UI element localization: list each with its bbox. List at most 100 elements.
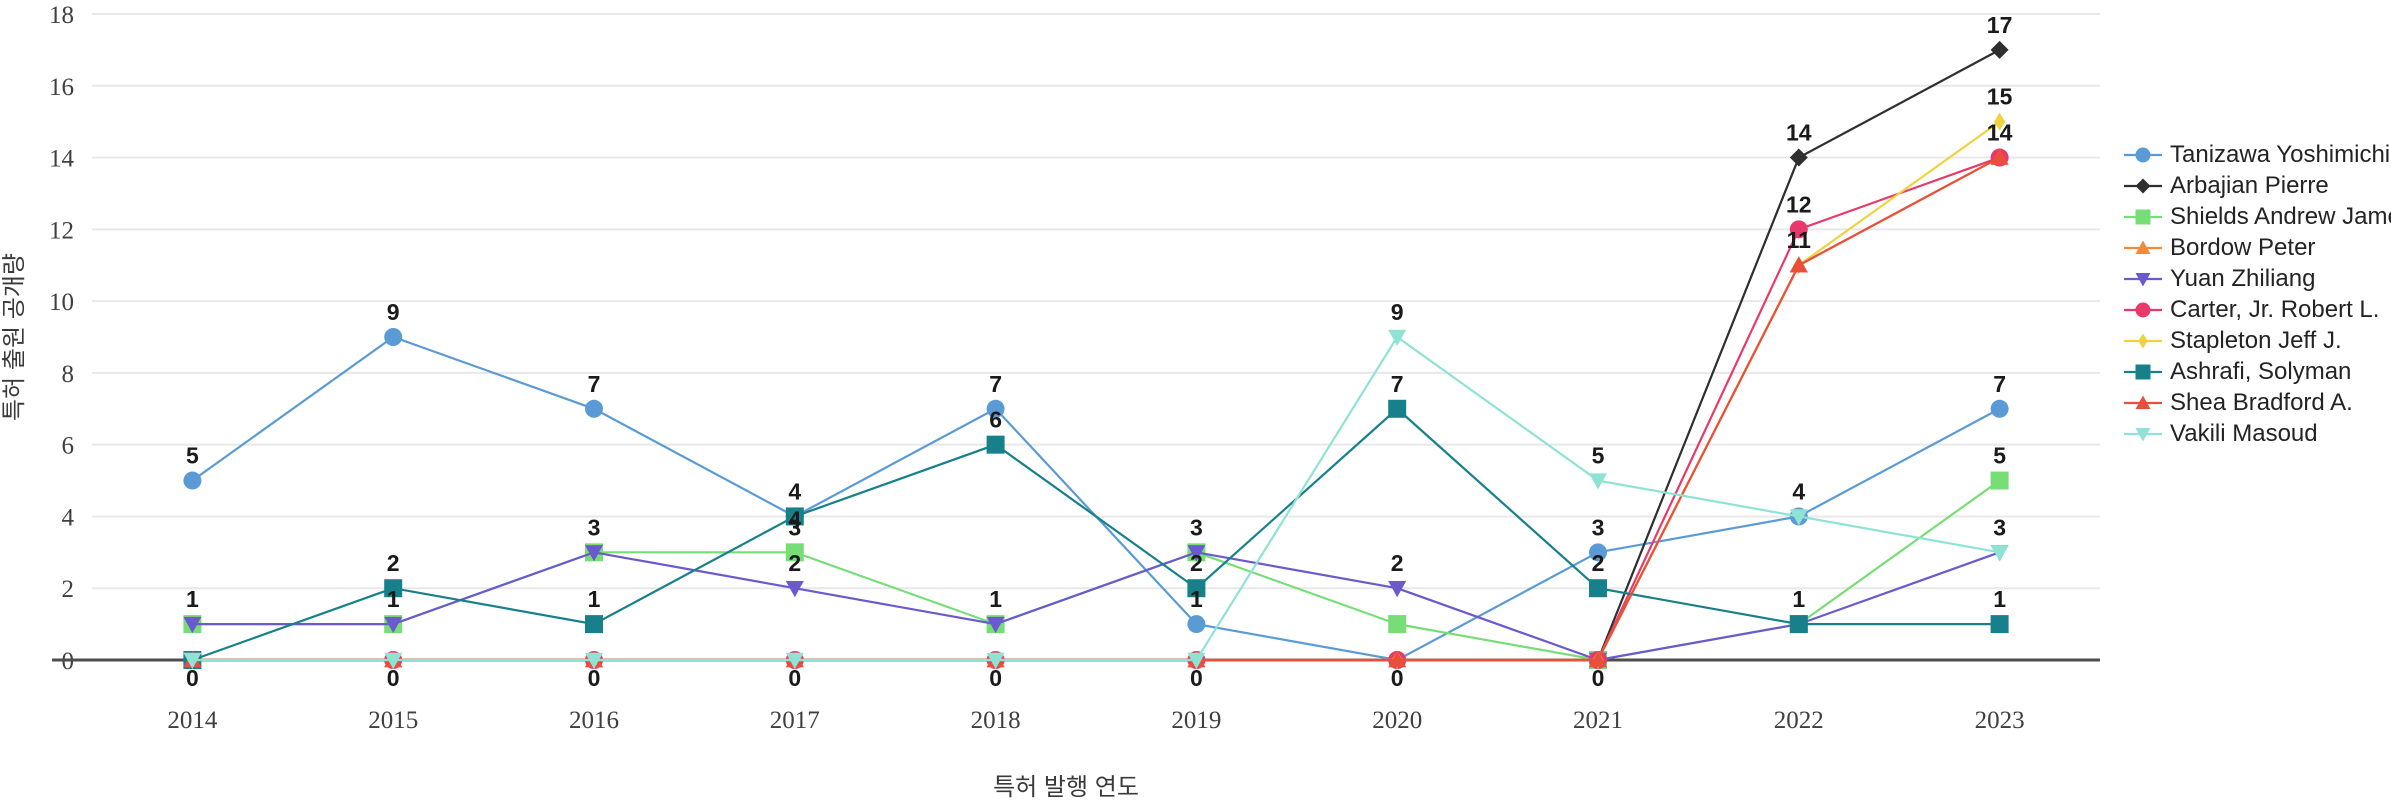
series-bordow-peter — [183, 148, 2009, 668]
data-point-label: 5 — [1993, 443, 2006, 469]
data-point-label: 7 — [1993, 371, 2006, 397]
data-point-label: 6 — [989, 407, 1002, 433]
x-axis-tick-label: 2018 — [971, 707, 1021, 734]
y-axis-tick-label: 2 — [62, 576, 75, 603]
data-point-label: 0 — [1190, 665, 1203, 691]
series-line — [192, 407, 2000, 662]
data-point-marker — [1388, 329, 1407, 346]
series-shields-andrew-james — [183, 471, 2009, 669]
plot-svg: 0246810121416185974713471132132132146272… — [1, 2, 2100, 801]
data-point-label: 5 — [186, 443, 199, 469]
series-line — [192, 551, 2000, 662]
data-point-label: 3 — [1592, 514, 1605, 540]
data-point-label: 0 — [186, 665, 199, 691]
legend-marker-icon — [2122, 142, 2164, 168]
series-line — [192, 479, 2001, 662]
legend-label: Stapleton Jeff J. — [2170, 327, 2342, 354]
legend-marker-icon — [2122, 173, 2164, 199]
series-arbajian-pierre — [183, 40, 2009, 669]
y-axis-tick-label: 14 — [49, 146, 75, 173]
series-line — [192, 48, 2001, 662]
x-axis-title: 특허 발행 연도 — [993, 774, 1139, 801]
data-point-label: 3 — [1993, 514, 2006, 540]
data-point-marker — [1388, 615, 1407, 634]
data-point-label: 1 — [588, 586, 601, 612]
data-point-marker — [1990, 471, 2009, 490]
legend-marker-icon — [2122, 328, 2164, 354]
data-point-label: 0 — [989, 665, 1002, 691]
legend-label: Yuan Zhiliang — [2170, 265, 2316, 292]
series-yuan-zhiliang — [183, 545, 2009, 669]
data-point-label: 17 — [1987, 12, 2013, 38]
legend-item[interactable]: Yuan Zhiliang — [2122, 264, 2391, 294]
x-axis-tick-label: 2023 — [1975, 707, 2025, 734]
x-axis-tick-label: 2015 — [368, 707, 418, 734]
data-point-marker — [2135, 209, 2151, 225]
data-point-label: 11 — [1787, 227, 1812, 253]
data-point-label: 2 — [387, 550, 400, 576]
data-point-marker — [1388, 399, 1407, 418]
data-point-marker — [1789, 256, 1808, 273]
legend-item[interactable]: Ashrafi, Solyman — [2122, 357, 2391, 387]
data-point-label: 1 — [1190, 586, 1203, 612]
series-line — [192, 120, 2001, 662]
data-point-marker — [585, 615, 603, 634]
data-point-marker — [1789, 148, 1808, 167]
data-point-label: 7 — [1391, 371, 1404, 397]
data-point-marker — [1990, 40, 2009, 59]
data-point-label: 9 — [1391, 299, 1404, 325]
series-stapleton-jeff-j — [186, 112, 2006, 669]
y-axis-tick-label: 18 — [49, 2, 74, 29]
data-point-label: 0 — [387, 665, 400, 691]
data-point-marker — [1990, 615, 2009, 634]
series-shea-bradford-a — [183, 148, 2009, 668]
y-axis-tick-label: 16 — [49, 74, 74, 101]
legend-item[interactable]: Stapleton Jeff J. — [2122, 326, 2391, 356]
data-point-marker — [2135, 178, 2151, 194]
series-line — [192, 156, 2001, 662]
legend-item[interactable]: Shields Andrew James — [2122, 202, 2391, 232]
legend-marker-icon — [2122, 266, 2164, 292]
legend-label: Shea Bradford A. — [2170, 389, 2353, 416]
x-axis-tick-label: 2016 — [569, 707, 619, 734]
data-point-label: 0 — [1592, 665, 1605, 691]
chart-legend: Tanizawa Yoshimichi Arbajian Pierre Shield… — [2122, 140, 2391, 450]
data-point-label: 1 — [989, 586, 1002, 612]
series-vakili-masoud — [183, 329, 2009, 669]
data-point-label: 9 — [387, 299, 400, 325]
legend-item[interactable]: Carter, Jr. Robert L. — [2122, 295, 2391, 325]
data-point-marker — [585, 399, 603, 418]
legend-item[interactable]: Bordow Peter — [2122, 233, 2391, 263]
data-point-label: 3 — [788, 514, 801, 540]
legend-label: Carter, Jr. Robert L. — [2170, 296, 2380, 323]
data-point-marker — [1990, 545, 2009, 562]
data-point-label: 2 — [1592, 550, 1605, 576]
legend-item[interactable]: Arbajian Pierre — [2122, 171, 2391, 201]
data-point-label: 4 — [1792, 478, 1805, 504]
x-axis-tick-label: 2022 — [1774, 707, 1824, 734]
data-point-marker — [2135, 302, 2151, 318]
x-axis-tick-label: 2019 — [1171, 707, 1221, 734]
patent-publication-line-chart: 0246810121416185974713471132132132146272… — [0, 0, 2391, 807]
y-axis-tick-label: 12 — [49, 217, 74, 244]
data-point-marker — [2138, 333, 2148, 349]
data-point-label: 15 — [1987, 84, 2013, 110]
y-axis-tick-label: 10 — [49, 289, 74, 316]
legend-label: Shields Andrew James — [2170, 203, 2391, 230]
legend-item[interactable]: Vakili Masoud — [2122, 419, 2391, 449]
data-point-marker — [2135, 364, 2151, 380]
legend-marker-icon — [2122, 421, 2164, 447]
series-ashrafi-solyman — [183, 399, 2009, 669]
data-point-label: 1 — [1993, 586, 2006, 612]
data-point-label: 0 — [788, 665, 801, 691]
legend-item[interactable]: Tanizawa Yoshimichi — [2122, 140, 2391, 170]
x-axis-tick-label: 2021 — [1573, 707, 1623, 734]
data-point-label: 12 — [1786, 191, 1812, 217]
data-point-marker — [1990, 399, 2009, 418]
legend-marker-icon — [2122, 359, 2164, 385]
series-carter-jr-robert-l — [183, 148, 2009, 669]
series-line — [192, 156, 2001, 662]
legend-item[interactable]: Shea Bradford A. — [2122, 388, 2391, 418]
y-axis-title: 특허 출원 공개량 — [1, 253, 28, 421]
data-point-label: 7 — [989, 371, 1002, 397]
